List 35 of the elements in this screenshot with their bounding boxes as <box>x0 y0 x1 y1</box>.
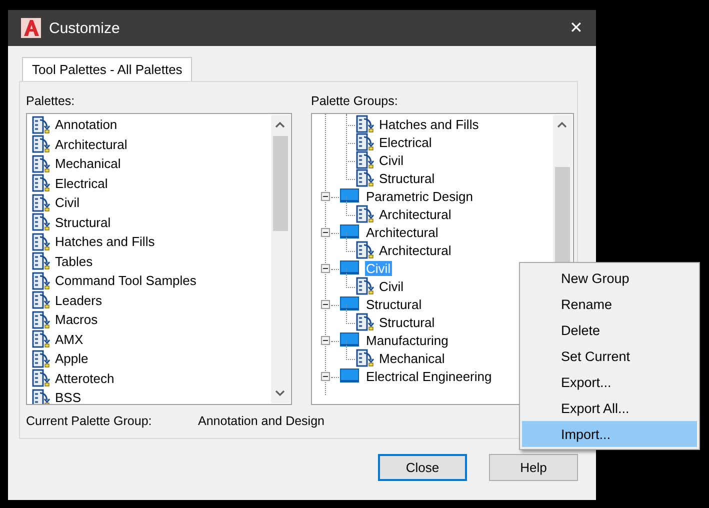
palette-name: Command Tool Samples <box>55 273 196 288</box>
palette-name: Atterotech <box>55 370 114 386</box>
palette-name: Leaders <box>55 292 102 308</box>
palette-name: Architectural <box>55 136 128 152</box>
group-name: Structural <box>365 296 423 312</box>
palette-name: Hatches and Fills <box>55 234 155 250</box>
palette-name: Structural <box>379 170 435 186</box>
palette-name: Structural <box>55 214 111 230</box>
palette-name: Mechanical <box>379 350 445 366</box>
current-group-value: Annotation and Design <box>198 414 324 428</box>
palette-name: Architectural <box>379 206 452 222</box>
palette-name: Electrical <box>55 176 108 191</box>
current-group-label: Current Palette Group: <box>26 414 153 428</box>
group-name: Electrical Engineering <box>365 368 493 384</box>
group-name: Parametric Design <box>365 188 474 204</box>
palette-name: Macros <box>55 312 98 328</box>
palette-name: BSS <box>55 390 82 404</box>
palette-name: Apple <box>55 351 88 366</box>
palette-groups-label: Palette Groups: <box>311 94 399 109</box>
group-name: Architectural <box>365 224 440 240</box>
palette-name: Annotation <box>55 117 118 132</box>
palette-name: AMX <box>55 332 84 347</box>
group-name: Manufacturing <box>365 332 450 348</box>
window-title: Customize <box>49 20 121 36</box>
group-name: Civil <box>365 260 392 276</box>
palette-name: Electrical <box>379 134 432 150</box>
palette-name: Mechanical <box>55 156 121 172</box>
palette-name: Hatches and Fills <box>379 116 479 132</box>
palette-name: Architectural <box>379 242 452 258</box>
palette-name: Structural <box>379 314 435 330</box>
palette-name: Civil <box>379 278 404 294</box>
palette-name: Tables <box>55 254 93 269</box>
palettes-label: Palettes: <box>26 94 76 109</box>
palette-name: Civil <box>379 152 404 168</box>
palette-name: Civil <box>55 195 80 210</box>
